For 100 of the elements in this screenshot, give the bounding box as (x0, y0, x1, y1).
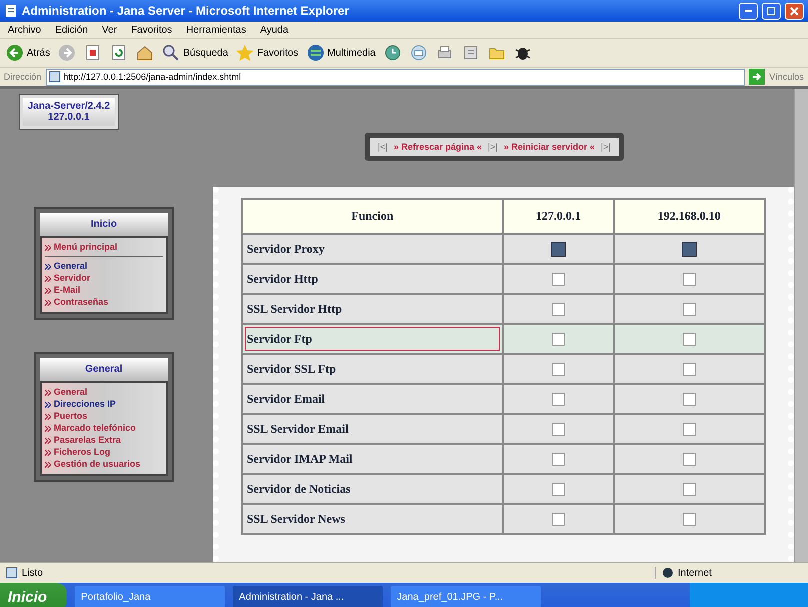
double-chevron-icon (45, 414, 51, 420)
address-field[interactable]: http://127.0.0.1:2506/jana-admin/index.shtml (46, 68, 746, 86)
double-chevron-icon (45, 244, 51, 250)
history-button[interactable] (384, 44, 402, 62)
links-label[interactable]: Vínculos (769, 72, 804, 82)
mail-icon (410, 44, 428, 62)
column-header: 192.168.0.10 (614, 199, 765, 234)
stop-icon (84, 44, 102, 62)
table-cell: Servidor Email (242, 384, 504, 414)
checkbox[interactable] (682, 393, 696, 406)
menu-item[interactable]: Herramientas (186, 24, 246, 36)
table-cell: SSL Servidor News (242, 504, 504, 534)
taskbar-button[interactable]: Jana_pref_01.JPG - P... (391, 586, 542, 607)
search-button[interactable]: Búsqueda (162, 44, 228, 62)
checkbox[interactable] (682, 242, 697, 257)
checkbox[interactable] (551, 242, 566, 257)
address-label: Dirección (4, 72, 42, 82)
nav-link[interactable]: Gestión de usuarios (45, 459, 163, 470)
menu-item[interactable]: Ayuda (260, 24, 289, 36)
double-chevron-icon (45, 264, 51, 270)
double-chevron-icon (45, 426, 51, 432)
menu-item[interactable]: Ver (102, 24, 118, 36)
favorites-icon (236, 44, 254, 62)
taskbar-button[interactable]: Portafolio_Jana (75, 586, 226, 607)
checkbox[interactable] (552, 453, 566, 466)
nav-link[interactable]: Direcciones IP (45, 399, 163, 410)
nav-link[interactable]: General (45, 387, 163, 398)
menu-item[interactable]: Edición (55, 24, 88, 36)
checkbox[interactable] (552, 393, 566, 406)
checkbox[interactable] (552, 363, 566, 376)
globe-icon (662, 567, 674, 579)
nav-link[interactable]: Contraseñas (45, 297, 163, 308)
table-cell: Servidor Http (242, 264, 504, 294)
nav-link[interactable]: E-Mail (45, 285, 163, 296)
checkbox[interactable] (682, 513, 696, 526)
checkbox[interactable] (682, 333, 696, 346)
document-icon (4, 4, 18, 18)
checkbox[interactable] (682, 273, 696, 286)
action-link[interactable]: » Reiniciar servidor « (504, 142, 596, 152)
double-chevron-icon (45, 300, 51, 306)
media-icon (306, 44, 325, 62)
menu-item[interactable]: Archivo (8, 24, 42, 36)
menu-item[interactable]: Favoritos (131, 24, 172, 36)
go-icon[interactable] (749, 69, 766, 85)
table-cell: SSL Servidor Email (242, 414, 504, 444)
table-cell: Servidor IMAP Mail (242, 444, 504, 474)
checkbox[interactable] (552, 333, 566, 346)
maximize-button[interactable] (762, 2, 781, 20)
checkbox[interactable] (682, 303, 696, 316)
nav-link[interactable]: Servidor (45, 273, 163, 284)
back-button[interactable]: Atrás (6, 44, 50, 62)
separator-glyph: |>| (601, 142, 611, 152)
home-icon (136, 44, 154, 62)
minimize-icon (745, 10, 752, 12)
action-link[interactable]: » Refrescar página « (394, 142, 482, 152)
checkbox[interactable] (552, 273, 566, 286)
nav-link[interactable]: Puertos (45, 411, 163, 422)
edit-icon (462, 44, 480, 62)
page-icon (48, 71, 61, 83)
forward-button[interactable] (58, 44, 76, 62)
nav-link[interactable]: Marcado telefónico (45, 423, 163, 434)
media-button[interactable]: Multimedia (306, 44, 376, 62)
panel-title: Inicio (40, 213, 168, 236)
checkbox[interactable] (682, 483, 696, 496)
checkbox[interactable] (552, 483, 566, 496)
refresh-button[interactable] (110, 44, 128, 62)
checkbox[interactable] (682, 453, 696, 466)
checkbox[interactable] (682, 423, 696, 436)
double-chevron-icon (45, 402, 51, 408)
nav-link[interactable]: Pasarelas Extra (45, 435, 163, 446)
table-cell: Servidor SSL Ftp (242, 354, 504, 384)
checkbox[interactable] (552, 303, 566, 316)
start-button[interactable]: Inicio (0, 583, 68, 607)
table-cell: Servidor Proxy (242, 234, 504, 264)
favorites-button[interactable]: Favoritos (236, 44, 299, 62)
minimize-button[interactable] (739, 2, 758, 20)
close-icon (790, 6, 799, 16)
history-icon (384, 44, 402, 62)
home-button[interactable] (136, 44, 154, 62)
scrollbar[interactable] (794, 89, 808, 562)
separator-glyph: |<| (378, 142, 388, 152)
maximize-icon (767, 6, 776, 16)
separator-glyph: |>| (488, 142, 498, 152)
nav-link[interactable]: General (45, 261, 163, 272)
search-icon (162, 44, 180, 62)
table-cell: SSL Servidor Http (242, 294, 504, 324)
page-icon (6, 567, 18, 579)
double-chevron-icon (45, 390, 51, 396)
edit-button[interactable] (462, 44, 480, 62)
window-title: Administration - Jana Server - Microsoft Internet Explorer (22, 4, 350, 18)
checkbox[interactable] (682, 363, 696, 376)
checkbox[interactable] (552, 513, 566, 526)
stop-button[interactable] (84, 44, 102, 62)
nav-link[interactable]: Ficheros Log (45, 447, 163, 458)
double-chevron-icon (45, 450, 51, 456)
nav-link[interactable]: Menú principal (45, 242, 163, 257)
close-button[interactable] (785, 2, 804, 20)
mail-button[interactable] (410, 44, 428, 62)
checkbox[interactable] (552, 423, 566, 436)
taskbar-button[interactable]: Administration - Jana ... (233, 586, 384, 607)
